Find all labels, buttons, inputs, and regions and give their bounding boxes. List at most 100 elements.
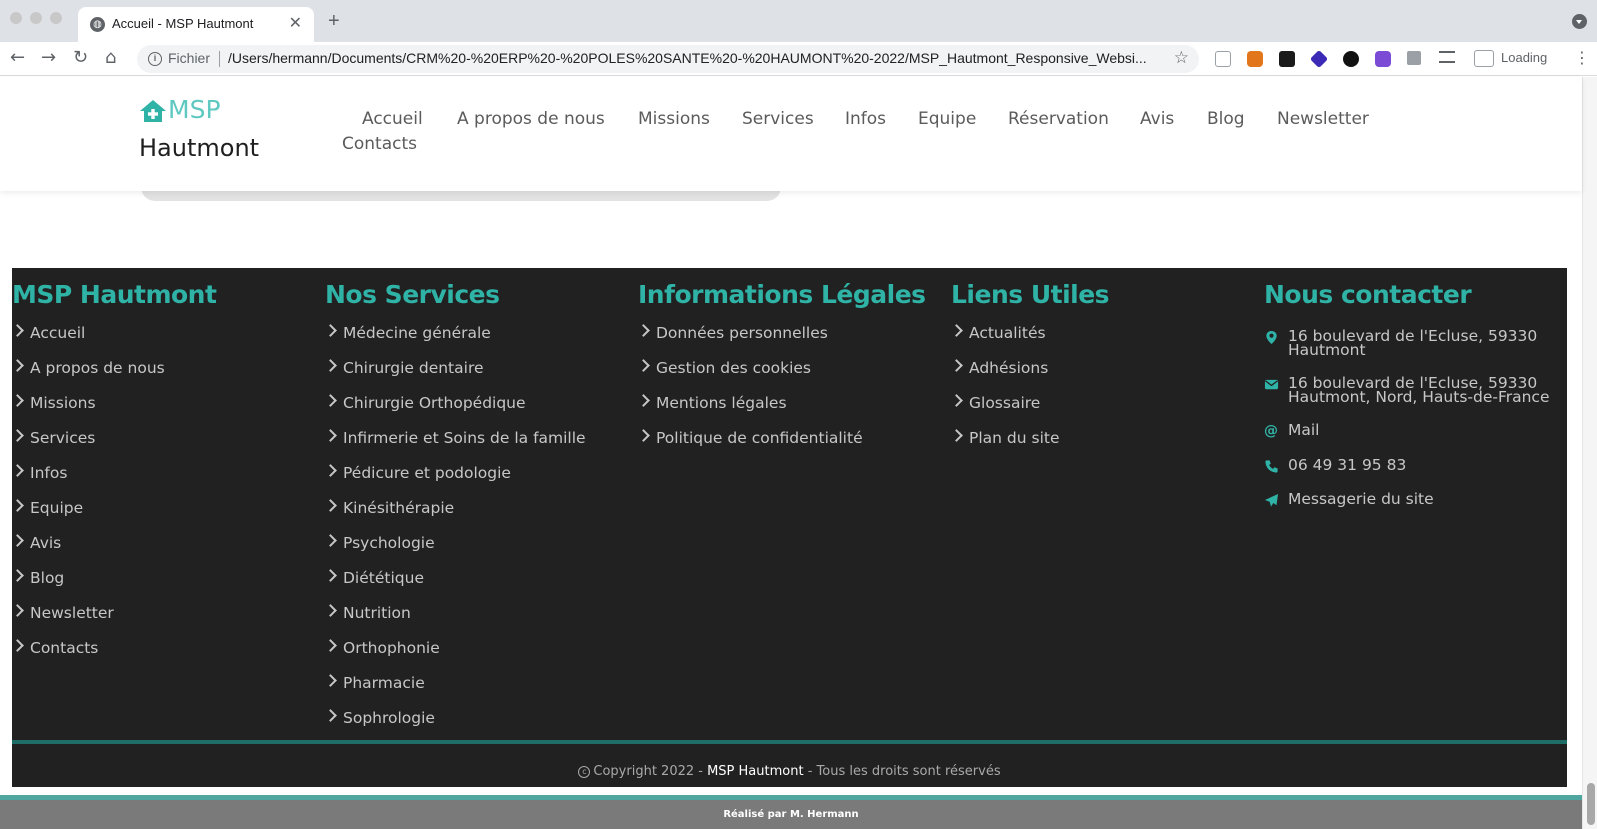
contact-postal: 16 boulevard de l'Ecluse, 59330 Hautmont…	[1264, 375, 1564, 404]
browser-toolbar: ← → ↻ ⌂ i Fichier /Users/hermann/Documen…	[0, 42, 1597, 76]
address-bar[interactable]: i Fichier /Users/hermann/Documents/CRM%2…	[137, 45, 1199, 73]
footer-link[interactable]: Infirmerie et Soins de la famille	[324, 427, 586, 462]
footer-link[interactable]: Kinésithérapie	[324, 497, 586, 532]
extension-diamond-icon[interactable]	[1309, 49, 1329, 69]
footer-link[interactable]: Chirurgie Orthopédique	[324, 392, 586, 427]
extensions-puzzle-icon[interactable]	[1407, 51, 1421, 65]
contact-messaging[interactable]: Messagerie du site	[1264, 491, 1564, 507]
chevron-right-icon	[11, 639, 24, 652]
chevron-right-icon	[324, 639, 337, 652]
chevron-right-icon	[637, 394, 650, 407]
extension-hexagon-icon[interactable]	[1375, 51, 1391, 67]
chevron-right-icon	[324, 324, 337, 337]
footer-link[interactable]: Infos	[11, 462, 165, 497]
footer-link[interactable]: Blog	[11, 567, 165, 602]
info-icon[interactable]: i	[148, 52, 162, 66]
footer-link[interactable]: Sophrologie	[324, 707, 586, 742]
paper-plane-icon	[1264, 493, 1279, 507]
window-close-button[interactable]	[10, 12, 22, 24]
nav-services[interactable]: Services	[742, 109, 814, 129]
window-minimize-button[interactable]	[30, 12, 42, 24]
footer-link[interactable]: Politique de confidentialité	[637, 427, 863, 462]
at-sign-icon: @	[1264, 423, 1278, 439]
footer-link[interactable]: Pédicure et podologie	[324, 462, 586, 497]
tab-close-icon[interactable]: ✕	[289, 13, 302, 32]
footer-link[interactable]: Newsletter	[11, 602, 165, 637]
footer-link[interactable]: Equipe	[11, 497, 165, 532]
globe-icon: ◍	[90, 17, 105, 32]
chevron-right-icon	[324, 569, 337, 582]
url-text[interactable]: /Users/hermann/Documents/CRM%20-%20ERP%2…	[228, 50, 1148, 66]
chevron-right-icon	[637, 324, 650, 337]
footer-link[interactable]: Glossaire	[950, 392, 1060, 427]
footer-link[interactable]: A propos de nous	[11, 357, 165, 392]
footer-links-legal: Données personnelles Gestion des cookies…	[637, 322, 863, 462]
nav-reservation[interactable]: Réservation	[1008, 109, 1109, 129]
browser-tab-active[interactable]: ◍ Accueil - MSP Hautmont ✕	[78, 7, 314, 42]
contact-mail[interactable]: @ Mail	[1264, 422, 1564, 439]
chevron-right-icon	[324, 534, 337, 547]
footer-link[interactable]: Adhésions	[950, 357, 1060, 392]
extension-cube-icon[interactable]	[1215, 51, 1231, 67]
extension-s-icon[interactable]	[1343, 51, 1359, 67]
footer-link[interactable]: Mentions légales	[637, 392, 863, 427]
browser-menu-icon[interactable]: ⋮	[1574, 48, 1590, 67]
footer-link[interactable]: Nutrition	[324, 602, 586, 637]
nav-avis[interactable]: Avis	[1140, 109, 1174, 129]
extension-badge-icon[interactable]	[1279, 51, 1295, 67]
chevron-right-icon	[324, 394, 337, 407]
reload-button[interactable]: ↻	[73, 47, 88, 68]
forward-button[interactable]: →	[41, 47, 56, 68]
scrollbar-thumb[interactable]	[1587, 783, 1595, 825]
back-button[interactable]: ←	[10, 47, 25, 68]
footer-link[interactable]: Gestion des cookies	[637, 357, 863, 392]
footer-link[interactable]: Actualités	[950, 322, 1060, 357]
footer-link[interactable]: Avis	[11, 532, 165, 567]
footer-link[interactable]: Contacts	[11, 637, 165, 672]
nav-missions[interactable]: Missions	[638, 109, 710, 129]
footer-link[interactable]: Plan du site	[950, 427, 1060, 462]
contact-phone[interactable]: 06 49 31 95 83	[1264, 457, 1564, 473]
nav-contacts[interactable]: Contacts	[342, 134, 417, 154]
tab-search-icon[interactable]	[1572, 14, 1587, 29]
page-scrollbar[interactable]	[1582, 77, 1597, 829]
footer-title-contact: Nous contacter	[1264, 280, 1472, 309]
footer-title-services: Nos Services	[325, 280, 500, 309]
footer-link[interactable]: Psychologie	[324, 532, 586, 567]
footer-link[interactable]: Médecine générale	[324, 322, 586, 357]
metamask-fox-icon[interactable]	[1247, 51, 1263, 67]
footer-link[interactable]: Accueil	[11, 322, 165, 357]
nav-accueil[interactable]: Accueil	[362, 109, 423, 129]
site-footer: MSP Hautmont Accueil A propos de nous Mi…	[11, 268, 1567, 787]
footer-link[interactable]: Missions	[11, 392, 165, 427]
nav-blog[interactable]: Blog	[1207, 109, 1245, 129]
footer-link[interactable]: Chirurgie dentaire	[324, 357, 586, 392]
nav-newsletter[interactable]: Newsletter	[1277, 109, 1369, 129]
chevron-right-icon	[11, 569, 24, 582]
chevron-right-icon	[11, 324, 24, 337]
media-control-icon[interactable]	[1439, 51, 1455, 63]
footer-link[interactable]: Pharmacie	[324, 672, 586, 707]
footer-link[interactable]: Services	[11, 427, 165, 462]
chevron-right-icon	[950, 394, 963, 407]
chevron-right-icon	[950, 429, 963, 442]
nav-equipe[interactable]: Equipe	[918, 109, 976, 129]
footer-link[interactable]: Orthophonie	[324, 637, 586, 672]
map-marker-icon	[1266, 330, 1277, 345]
footer-link[interactable]: Diététique	[324, 567, 586, 602]
medical-house-icon	[140, 100, 166, 122]
nav-infos[interactable]: Infos	[845, 109, 886, 129]
new-tab-button[interactable]: +	[328, 10, 340, 33]
chevron-right-icon	[637, 429, 650, 442]
chevron-right-icon	[11, 499, 24, 512]
footer-link[interactable]: Données personnelles	[637, 322, 863, 357]
window-maximize-button[interactable]	[50, 12, 62, 24]
footer-links-services: Médecine générale Chirurgie dentaire Chi…	[324, 322, 586, 742]
profile-icon[interactable]	[1474, 50, 1494, 67]
chevron-right-icon	[11, 534, 24, 547]
nav-a-propos[interactable]: A propos de nous	[457, 109, 605, 129]
home-button[interactable]: ⌂	[105, 47, 116, 68]
bookmark-star-icon[interactable]: ☆	[1174, 48, 1189, 68]
phone-icon	[1265, 459, 1278, 473]
chevron-right-icon	[11, 429, 24, 442]
